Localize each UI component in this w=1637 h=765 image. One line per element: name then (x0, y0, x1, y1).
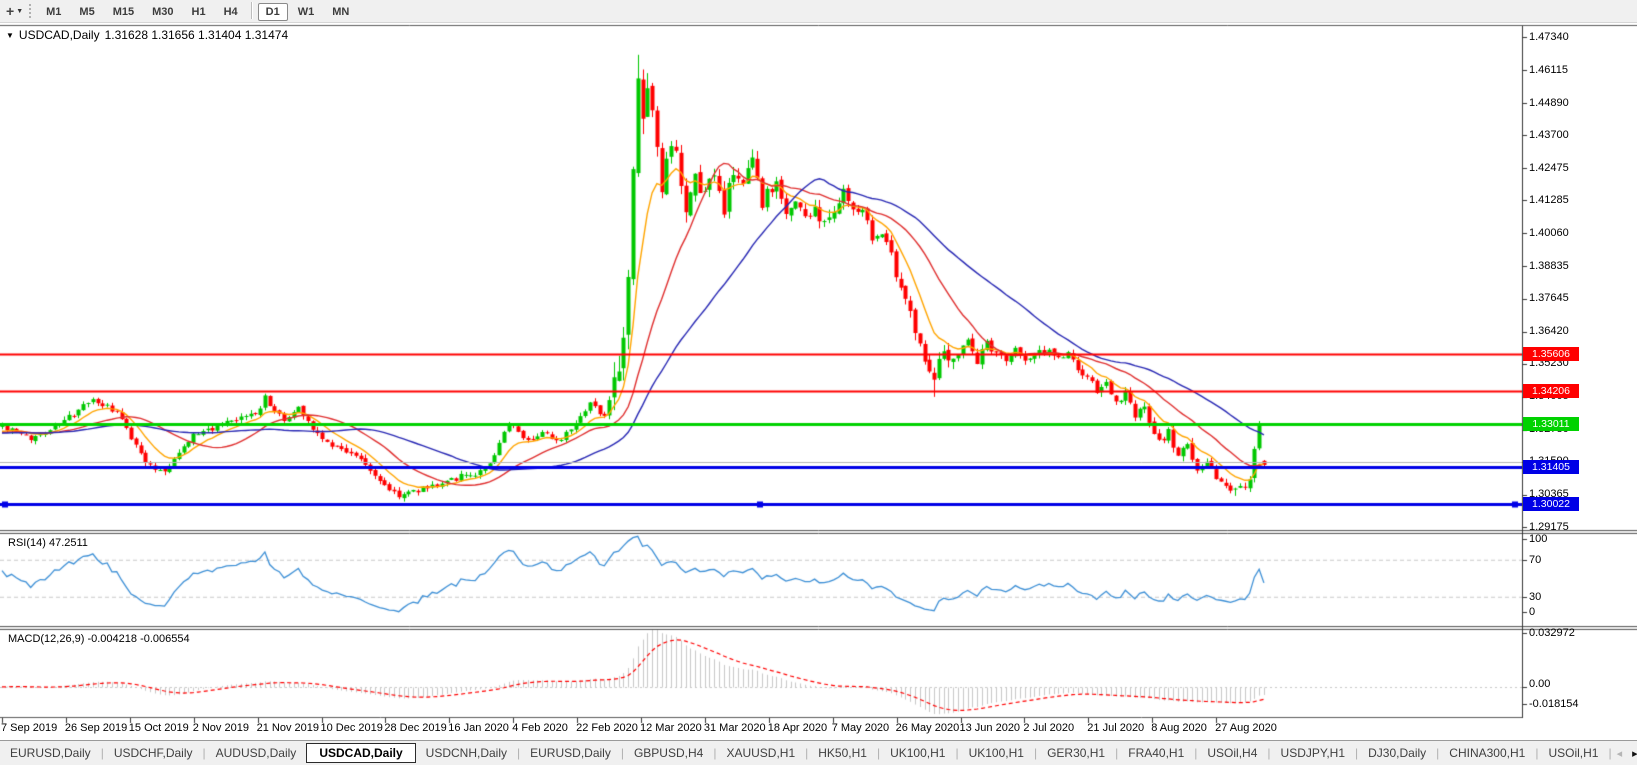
chart-dropdown-icon[interactable]: ▼ (6, 31, 14, 40)
price-axis-label: 1.44890 (1529, 96, 1569, 109)
rsi-indicator-label: RSI(14) 47.2511 (8, 537, 88, 549)
timeframe-button-m30[interactable]: M30 (144, 3, 181, 21)
date-axis-label: 12 Mar 2020 (640, 722, 702, 734)
tab-usdcnh-daily[interactable]: USDCNH,Daily (416, 743, 517, 763)
date-axis-label: 26 Sep 2019 (64, 722, 128, 734)
chart-canvas[interactable] (0, 0, 1637, 765)
tab-usdcad-daily[interactable]: USDCAD,Daily (306, 743, 416, 763)
timeframe-button-mn[interactable]: MN (324, 3, 357, 21)
timeframe-buttons: M1 M5 M15 M30 H1 H4 D1 W1 MN (37, 2, 358, 21)
tab-eurusd-daily[interactable]: EURUSD,Daily (0, 743, 101, 763)
tab-uk100-h1[interactable]: UK100,H1 (959, 743, 1034, 763)
date-axis-label: 2 Jul 2020 (1023, 722, 1075, 734)
date-axis-label: 27 Aug 2020 (1215, 722, 1277, 734)
tabs-scroll-left-icon[interactable]: ◂ (1612, 747, 1628, 760)
date-axis-label: 7 Sep 2019 (1, 722, 58, 734)
toolbar-grip[interactable] (29, 4, 32, 18)
date-axis-label: 10 Dec 2019 (320, 722, 383, 734)
rsi-axis-label: 0 (1529, 605, 1536, 618)
date-axis-label: 22 Feb 2020 (576, 722, 638, 734)
price-axis-label: 1.40060 (1529, 226, 1569, 239)
price-axis-label: 1.42475 (1529, 161, 1569, 174)
timeframe-button-h1[interactable]: H1 (184, 3, 214, 21)
price-level-badge: 1.33011 (1523, 416, 1579, 431)
date-axis-label: 31 Mar 2020 (703, 722, 766, 734)
price-level-badge: 1.34206 (1523, 384, 1579, 399)
tab-usoil-h4[interactable]: USOil,H4 (1197, 743, 1267, 763)
timeframe-button-m5[interactable]: M5 (71, 3, 102, 21)
tab-xauusd-h1[interactable]: XAUUSD,H1 (716, 743, 805, 763)
tab-hk50-h1[interactable]: HK50,H1 (808, 743, 877, 763)
date-axis-label: 4 Feb 2020 (512, 722, 568, 734)
tab-audusd-daily[interactable]: AUDUSD,Daily (206, 743, 307, 763)
tab-china300-h1[interactable]: CHINA300,H1 (1439, 743, 1535, 763)
timeframe-button-h4[interactable]: H4 (216, 3, 246, 21)
chart-title-row: ▼ USDCAD,Daily 1.31628 1.31656 1.31404 1… (6, 28, 288, 42)
price-axis-label: 1.38835 (1529, 259, 1569, 272)
chart-ohlc-values: 1.31628 1.31656 1.31404 1.31474 (104, 28, 289, 42)
tabs-scroll-right-icon[interactable]: ▸ (1627, 747, 1637, 760)
price-level-badge: 1.31405 (1523, 459, 1579, 474)
date-axis-label: 18 Apr 2020 (767, 722, 828, 734)
price-axis-label: 1.37645 (1529, 292, 1569, 305)
date-axis-label: 8 Aug 2020 (1151, 722, 1207, 734)
tab-gbpusd-h4[interactable]: GBPUSD,H4 (624, 743, 713, 763)
tab-uk100-h1[interactable]: UK100,H1 (880, 743, 955, 763)
macd-indicator-label: MACD(12,26,9) -0.004218 -0.006554 (8, 633, 190, 645)
tab-fra40-h1[interactable]: FRA40,H1 (1118, 743, 1194, 763)
date-axis-label: 26 May 2020 (895, 722, 960, 734)
tab-usdjpy-h1[interactable]: USDJPY,H1 (1271, 743, 1355, 763)
rsi-axis-label: 70 (1529, 553, 1542, 566)
symbol-tab-bar: EURUSD,Daily | USDCHF,Daily | AUDUSD,Daily US… (0, 740, 1637, 765)
price-axis-label: 1.36420 (1529, 325, 1569, 338)
tab-usdchf-daily[interactable]: USDCHF,Daily (104, 743, 203, 763)
timeframe-button-m15[interactable]: M15 (105, 3, 142, 21)
price-level-badge: 1.35606 (1523, 346, 1579, 361)
date-axis-label: 21 Jul 2020 (1087, 722, 1145, 734)
price-level-badge: 1.30022 (1523, 497, 1579, 512)
toolbar-separator (250, 2, 253, 19)
macd-axis-label: 0.00 (1529, 677, 1551, 690)
date-axis-label: 16 Jan 2020 (448, 722, 509, 734)
tab-eurusd-daily[interactable]: EURUSD,Daily (520, 743, 621, 763)
price-axis-label: 1.47340 (1529, 30, 1569, 43)
tab-ger30-h1[interactable]: GER30,H1 (1037, 743, 1115, 763)
chart-symbol-title: USDCAD,Daily (18, 28, 100, 42)
date-axis-label: 13 Jun 2020 (959, 722, 1021, 734)
date-axis-label: 15 Oct 2019 (128, 722, 189, 734)
cursor-tool-dropdown-icon[interactable]: ▼ (16, 8, 27, 15)
date-axis-label: 28 Dec 2019 (384, 722, 447, 734)
price-axis-label: 1.41285 (1529, 193, 1569, 206)
timeframe-toolbar: + ▼ M1 M5 M15 M30 H1 H4 D1 W1 MN (0, 0, 1637, 23)
macd-axis-label: -0.018154 (1529, 697, 1579, 710)
timeframe-button-d1[interactable]: D1 (257, 3, 288, 21)
date-axis-label: 21 Nov 2019 (256, 722, 319, 734)
date-axis-label: 2 Nov 2019 (192, 722, 249, 734)
tab-usoil-h1[interactable]: USOil,H1 (1538, 743, 1608, 763)
timeframe-button-m1[interactable]: M1 (38, 3, 69, 21)
price-axis-label: 1.46115 (1529, 63, 1568, 76)
tab-dj30-daily[interactable]: DJ30,Daily (1358, 743, 1436, 763)
rsi-axis-label: 100 (1529, 532, 1548, 545)
trading-platform-window: + ▼ M1 M5 M15 M30 H1 H4 D1 W1 MN ▼ USDCAD,Daily … (0, 0, 1637, 765)
cursor-tool-icon[interactable]: + (0, 1, 16, 21)
timeframe-button-w1[interactable]: W1 (290, 3, 323, 21)
macd-axis-label: 0.032972 (1529, 626, 1575, 639)
price-axis-label: 1.43700 (1529, 128, 1569, 141)
rsi-axis-label: 30 (1529, 590, 1542, 603)
date-axis-label: 7 May 2020 (831, 722, 890, 734)
